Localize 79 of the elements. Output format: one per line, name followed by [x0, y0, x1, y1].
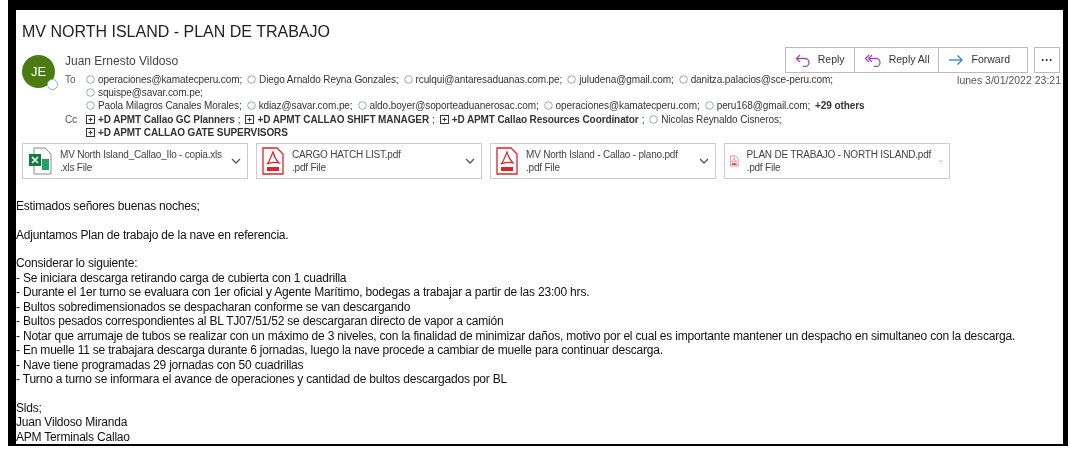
chevron-down-icon[interactable]: [699, 158, 709, 164]
attachment-type: .pdf File: [526, 161, 561, 174]
body-text: - Turno a turno se informara el avance de operaciones y cantidad de bultos descargados por BL: [16, 372, 509, 387]
recipient-name[interactable]: juludena@gmail.com;: [579, 73, 674, 86]
chevron-down-icon[interactable]: [465, 158, 475, 164]
recipient-name[interactable]: peru168@gmail.com;: [716, 99, 811, 112]
presence-icon: [247, 75, 257, 84]
attachment-name: MV North Island_Callao_Ilo - copia.xls: [60, 148, 223, 161]
recipient-name[interactable]: operaciones@kamatecperu.com;: [555, 99, 700, 112]
body-text: - En muelle 11 se trabajara descarga durante 6 jornadas, luego la nave procede a cambiar de muelle para continuar descarga.: [16, 343, 664, 358]
recipient-name[interactable]: operaciones@kamatecperu.com;: [98, 73, 243, 86]
expand-group-icon[interactable]: [86, 115, 95, 124]
body-text: - Bultos pesados correspondientes al BL TJ07/51/52 se descargaran directo de vapor a camión: [16, 314, 505, 329]
body-text: - Se iniciara descarga retirando carga de cubierta con 1 cuadrilla: [16, 270, 348, 285]
presence-icon: [357, 101, 367, 110]
reply-all-icon: [863, 53, 882, 67]
field-label: Cc: [65, 113, 79, 127]
presence-icon: [678, 75, 688, 84]
presence-icon: [47, 79, 58, 90]
presence-icon: [567, 75, 577, 84]
attachment-card[interactable]: CARGO HATCH LIST.pdf .pdf File: [256, 143, 482, 179]
separator: ;: [237, 113, 241, 126]
recipient-name[interactable]: kdiaz@savar.com.pe;: [258, 99, 353, 112]
sent-date: lunes 3/01/2022 23:21: [957, 73, 1062, 88]
presence-icon: [543, 101, 553, 110]
group-name[interactable]: +D APMT Callao Resources Coordinator: [451, 113, 639, 126]
reply-icon: [794, 53, 811, 67]
spreadsheet-file-icon: [28, 147, 52, 175]
sender-name: Juan Ernesto Vildoso: [65, 53, 179, 70]
attachment-card[interactable]: MV North Island_Callao_Ilo - copia.xls .xls File: [22, 143, 248, 179]
body-text: Adjuntamos Plan de trabajo de la nave en referencia.: [16, 227, 290, 242]
recipient-name[interactable]: aldo.boyer@soporteaduanerosac.com;: [369, 99, 539, 112]
expand-group-icon[interactable]: [245, 115, 255, 124]
more-actions-button[interactable]: ···: [1034, 47, 1060, 73]
body-text: Juan Vildoso Miranda: [16, 415, 129, 430]
email-subject: MV NORTH ISLAND - PLAN DE TRABAJO: [21, 22, 331, 42]
chevron-down-icon[interactable]: [231, 158, 241, 164]
body-text: APM Terminals Callao: [16, 429, 131, 444]
field-label: To: [65, 73, 77, 87]
recipient-name[interactable]: Paola Milagros Canales Morales;: [98, 99, 242, 112]
group-name[interactable]: +D APMT CALLAO GATE SUPERVISORS: [98, 126, 288, 139]
recipient-name[interactable]: Nicolas Reynaldo Cisneros;: [661, 113, 782, 126]
body-text: Slds;: [16, 400, 43, 415]
body-text: - Notar que arrumaje de tubos se realizar con un máximo de 3 niveles, con la finalidad de minimizar daños, motivo por el cual es importante mantener un despacho en simultaneo con la descarga.: [16, 328, 1017, 343]
expand-group-icon[interactable]: [439, 115, 449, 124]
forward-icon: [948, 54, 965, 66]
body-text: - Nave tiene programadas 29 jornadas con 50 cuadrillas: [16, 357, 305, 372]
forward-button[interactable]: Forward: [938, 48, 1027, 72]
attachment-type: .pdf File: [292, 161, 327, 174]
presence-icon: [704, 101, 714, 110]
pdf-file-icon: [496, 147, 518, 175]
body-text: - Bultos sobredimensionados se despacharan conforme se van descargando: [16, 299, 412, 314]
reply-all-button[interactable]: Reply All: [853, 48, 939, 72]
attachment-name: CARGO HATCH LIST.pdf: [292, 148, 402, 161]
attachment-name: PLAN DE TRABAJO - NORTH ISLAND.pdf: [746, 148, 932, 161]
reply-button[interactable]: Reply: [785, 48, 854, 72]
recipient-name[interactable]: danitza.palacios@sce-peru.com;: [690, 73, 833, 86]
more-recipients-link[interactable]: +29 others: [815, 99, 865, 112]
pdf-file-icon: [262, 147, 284, 175]
group-name[interactable]: +D APMT CALLAO SHIFT MANAGER: [257, 113, 430, 126]
presence-icon: [246, 101, 256, 110]
attachment-type: .xls File: [60, 161, 94, 174]
expand-group-icon[interactable]: [86, 128, 95, 137]
recipient-name[interactable]: squispe@savar.com.pe;: [98, 86, 203, 99]
recipient-name[interactable]: Diego Arnaldo Reyna Gonzales;: [259, 73, 399, 86]
avatar: JE: [22, 55, 55, 88]
attachment-name: MV North Island - Callao - plano.pdf: [526, 148, 679, 161]
body-text: Estimados señores buenas noches;: [16, 199, 201, 214]
attachment-type: .pdf File: [746, 161, 782, 174]
presence-icon: [403, 75, 413, 84]
separator: ;: [432, 113, 435, 126]
presence-icon: [649, 115, 659, 124]
group-name[interactable]: +D APMT Callao GC Planners: [98, 113, 235, 126]
body-text: - Durante el 1er turno se evaluara con 1er oficial y Agente Marítimo, bodegas a trabajar a partir de las 23:00 hrs.: [16, 285, 591, 300]
recipient-name[interactable]: rculqui@antaresaduanas.com.pe;: [415, 73, 563, 86]
attachment-card[interactable]: MV North Island - Callao - plano.pdf .pdf File: [490, 143, 716, 179]
attachment-card[interactable]: PLAN DE TRABAJO - NORTH ISLAND.pdf .pdf File: [724, 143, 950, 179]
separator: ;: [641, 113, 645, 126]
body-text: Considerar lo siguiente:: [16, 256, 139, 271]
